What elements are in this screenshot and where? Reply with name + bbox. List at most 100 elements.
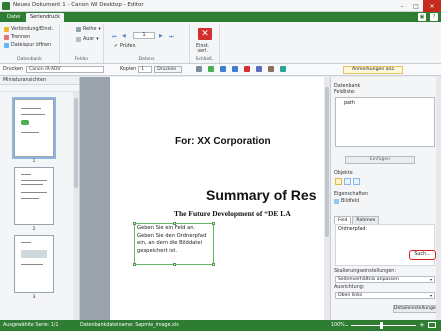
open-file-label: Dateispur öffnen <box>11 43 52 48</box>
close-print-merge-icon[interactable]: ✕ <box>198 28 212 40</box>
auor-button[interactable]: Auor ▾ <box>76 37 99 42</box>
print-button[interactable]: Drucken <box>154 66 183 73</box>
resize-handle[interactable] <box>173 222 176 225</box>
close-icon[interactable]: ✕ <box>423 0 441 12</box>
resize-handle[interactable] <box>133 222 136 225</box>
thumbnail-page-2[interactable] <box>14 167 54 225</box>
connect-button[interactable]: Verbindung/Einst. <box>4 27 53 32</box>
objekte-heading: Objekte <box>334 171 353 176</box>
tab-datei[interactable]: Datei <box>3 13 24 22</box>
printer-select[interactable]: Canon iR-ADV <box>25 66 104 73</box>
thumbnail-page-3[interactable] <box>14 235 54 293</box>
ribbon-group-schliessen: ✕ Einst. verl. Schließ. <box>190 24 220 63</box>
copies-group: Kopien 1 Drucken <box>120 66 183 73</box>
record-number-input[interactable]: 1 <box>133 32 155 39</box>
thumbnail-page-1[interactable] <box>12 97 56 159</box>
resize-handle[interactable] <box>173 263 176 266</box>
suchen-button[interactable]: Such... <box>409 250 436 260</box>
resize-handle[interactable] <box>133 263 136 266</box>
skalierung-select[interactable]: Seitenverhältnis anpassen <box>335 276 435 283</box>
prev-record-icon[interactable]: ◀ <box>122 34 126 39</box>
ribbon-group-datens: ⏮ ◀ 1 ▶ ⏭ ✔ Prüfen Datens <box>104 24 190 63</box>
next-record-icon[interactable]: ▶ <box>159 34 163 39</box>
last-record-icon[interactable]: ⏭ <box>169 34 173 40</box>
resize-handle[interactable] <box>212 222 215 225</box>
tab-seriendruck[interactable]: Seriendruck <box>26 13 64 22</box>
field-icon <box>76 37 81 42</box>
ribbon-group-felder: Reihe ▾ Auor ▾ Felder <box>60 24 104 63</box>
fit-page-icon[interactable] <box>428 322 436 328</box>
reihe-button[interactable]: Reihe ▾ <box>76 27 101 32</box>
row-icon <box>76 27 81 32</box>
thumb-text-line <box>21 198 39 199</box>
pruefen-button[interactable]: ✔ Prüfen <box>114 44 136 49</box>
resize-handle[interactable] <box>212 263 215 266</box>
ausrichtung-select[interactable]: Oben links <box>335 292 435 299</box>
zoom-slider-knob[interactable] <box>380 322 383 329</box>
image-field-box[interactable]: Geben Sie ein Feld an. Geben Sie den Ord… <box>133 222 215 266</box>
annotations-button[interactable]: Anmerkungen anz. <box>343 66 403 74</box>
maximize-icon[interactable]: □ <box>409 0 423 12</box>
thumbnail-panel: Miniaturansichten 1 2 3 <box>0 77 80 320</box>
paste-icon[interactable] <box>268 66 274 72</box>
image-icon <box>334 199 339 204</box>
properties-scrollbar[interactable] <box>436 77 441 320</box>
ribbon-tabs: Datei Seriendruck ▣ ? <box>0 12 441 22</box>
thumb-text-line <box>21 174 31 175</box>
thumb-text-line <box>21 180 47 181</box>
first-record-icon[interactable]: ⏮ <box>112 34 116 40</box>
object-tools <box>335 178 360 185</box>
select-tool-icon[interactable] <box>335 178 342 185</box>
thumb-text-line <box>21 108 41 109</box>
connect-label: Verbindung/Einst. <box>11 27 54 32</box>
thumb-text-line <box>21 114 45 115</box>
text-field-icon[interactable] <box>344 178 351 185</box>
zoom-in-icon[interactable]: + <box>419 321 425 329</box>
thumb-text-line <box>21 192 47 193</box>
document-page[interactable]: For: XX Corporation Summary of Res The F… <box>110 77 330 320</box>
zoom-slider[interactable] <box>351 325 416 326</box>
grid-icon[interactable] <box>280 66 286 72</box>
redo-icon[interactable] <box>232 66 238 72</box>
ordnerpfad-label: Ordnerpfad: <box>338 227 368 232</box>
annotations-label: Anmerkungen anz. <box>352 67 396 72</box>
feldliste-label: Feldliste: <box>334 90 356 95</box>
image-field-text: Geben Sie ein Feld an. Geben Sie den Ord… <box>137 225 207 255</box>
eigenschaften-heading: Eigenschaften <box>334 192 368 197</box>
bildfeld-row: Bildfeld <box>334 199 359 204</box>
document-canvas[interactable]: For: XX Corporation Summary of Res The F… <box>80 77 330 320</box>
copies-input[interactable]: 1 <box>138 66 153 73</box>
skalierung-label: Skalierungseinstellungen: <box>334 269 396 274</box>
image-field-icon[interactable] <box>353 178 360 185</box>
window-title: Neues Dokument 1 - Canon iW Desktop - Ed… <box>13 2 144 8</box>
copy-icon[interactable] <box>256 66 262 72</box>
status-series: Ausgewählte Serie: 1/1 <box>3 323 59 328</box>
minimize-icon[interactable]: – <box>395 0 409 12</box>
open-file-button[interactable]: Dateispur öffnen <box>4 43 51 48</box>
group-label-schliessen: Schließ. <box>195 57 214 62</box>
scroll-thumb[interactable] <box>74 98 78 188</box>
field-list[interactable]: path <box>335 97 435 147</box>
thumbnail-scrollbar[interactable] <box>73 92 79 320</box>
close-merge-label[interactable]: Einst. verl. <box>196 44 209 54</box>
help-icon[interactable]: ? <box>430 13 438 21</box>
settings-icon[interactable]: ▣ <box>418 13 426 21</box>
group-label-datens: Datens <box>138 57 155 62</box>
chevron-down-icon: ▾ <box>98 27 101 32</box>
field-list-item[interactable]: path <box>344 101 355 106</box>
page-icon[interactable] <box>208 66 214 72</box>
einfuegen-button[interactable]: Einfügen <box>345 156 415 164</box>
detaileinstellungen-button[interactable]: Detaileinstellungen... <box>393 305 441 313</box>
save-icon[interactable] <box>196 66 202 72</box>
cut-icon[interactable] <box>244 66 250 72</box>
undo-icon[interactable] <box>220 66 226 72</box>
printer-select-group: Drucken Canon iR-ADV <box>3 66 104 73</box>
zoom-out-icon[interactable]: – <box>345 321 349 329</box>
disconnect-button[interactable]: Trennen <box>4 35 30 40</box>
group-label-datenbank: Datenbank <box>17 57 42 62</box>
thumb-text-line <box>21 184 43 185</box>
kopien-label: Kopien <box>120 67 137 72</box>
thumbnail-label-2: 2 <box>32 227 36 232</box>
folder-icon <box>4 43 9 48</box>
scroll-thumb[interactable] <box>325 87 329 237</box>
